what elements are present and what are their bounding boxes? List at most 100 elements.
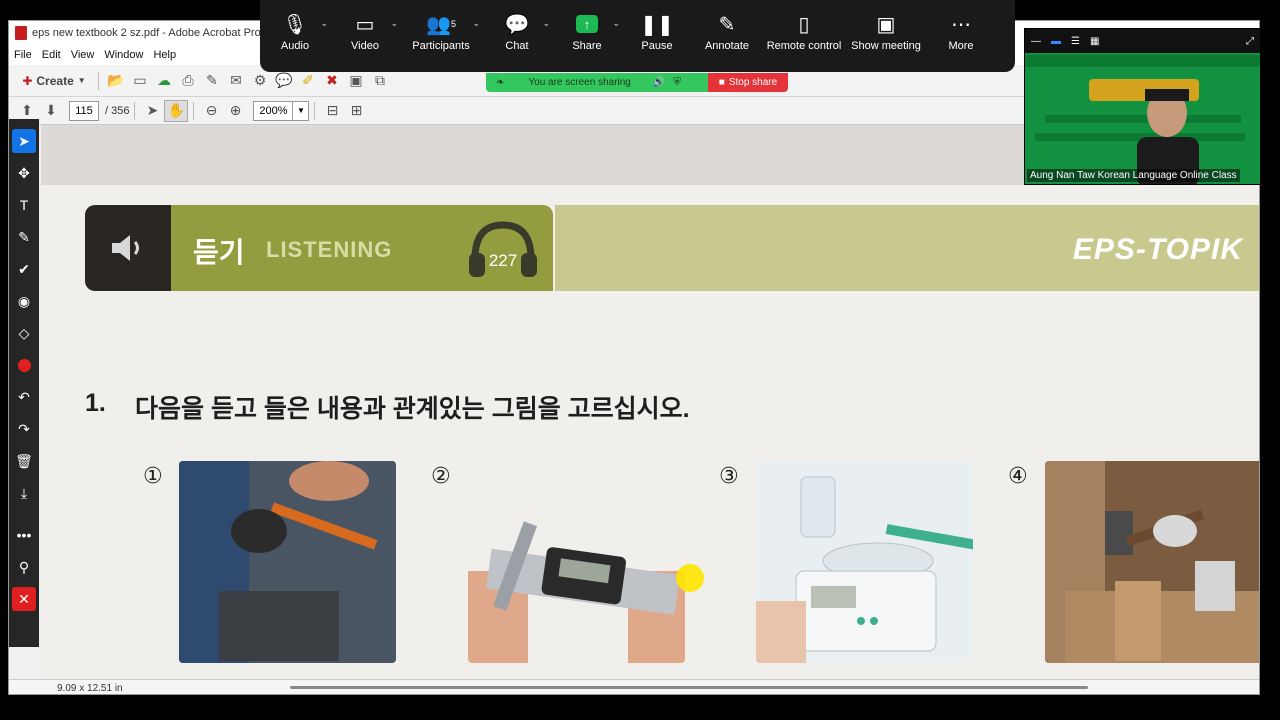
attach-icon[interactable]: ⧉ [368, 70, 392, 92]
select-tool-icon[interactable]: ➤ [140, 100, 164, 122]
video-toolbar: — ▬ ☰ ▦ ⤢ [1025, 29, 1260, 53]
hammer-image [1045, 461, 1259, 663]
pdf-icon [15, 26, 27, 40]
pen-tool-icon[interactable]: ✎ [12, 225, 36, 249]
hand-tool-icon[interactable]: ✋ [164, 99, 189, 122]
option-3-image[interactable] [756, 461, 973, 663]
zoom-in-icon[interactable]: ⊕ [223, 100, 247, 122]
stop-share-button[interactable]: ■ Stop share [708, 73, 788, 92]
view-icon[interactable]: ▬ [1051, 36, 1061, 47]
audio-level-icon: 🔊 [652, 77, 666, 88]
participants-button[interactable]: 👥 5 Participants ⌄ [400, 8, 482, 53]
spotlight-tool-icon[interactable]: ◉ [12, 289, 36, 313]
zoom-out-icon[interactable]: ⊖ [199, 100, 223, 122]
zoom-dropdown-icon[interactable]: ▼ [293, 100, 310, 121]
more-tools-icon[interactable]: ••• [12, 523, 36, 547]
settings-icon[interactable]: ⚙ [248, 70, 272, 92]
minimize-icon[interactable]: — [1031, 36, 1041, 47]
chevron-down-icon[interactable]: ⌄ [390, 18, 398, 29]
presenter-name: Aung Nan Taw Korean Language Online Clas… [1027, 169, 1240, 182]
annotate-label: Annotate [704, 40, 750, 52]
fit-width-icon[interactable]: ⊞ [344, 100, 368, 122]
audio-label: Audio [280, 40, 310, 52]
cloud-upload-icon[interactable]: ☁ [152, 70, 176, 92]
menu-view[interactable]: View [71, 49, 95, 61]
video-camera-icon: ▭ [355, 13, 375, 36]
stamp-icon[interactable]: ▣ [344, 70, 368, 92]
edit-icon[interactable]: ✎ [200, 70, 224, 92]
accessibility-icon[interactable]: ⚲ [12, 555, 36, 579]
menu-help[interactable]: Help [153, 49, 176, 61]
text-tool-icon[interactable]: T [12, 193, 36, 217]
divider [98, 71, 99, 90]
option-4-image[interactable] [1045, 461, 1259, 663]
open-folder-icon[interactable]: 📂 [104, 70, 128, 92]
mouse-cursor-highlight [676, 564, 704, 592]
pause-icon: ❚❚ [640, 13, 674, 36]
trash-icon[interactable]: 🗑 [12, 449, 36, 473]
fit-page-icon[interactable]: ⊟ [320, 100, 344, 122]
scale-image [756, 461, 973, 663]
close-annotation-icon[interactable]: ✕ [12, 587, 36, 611]
chevron-down-icon: ▼ [77, 76, 86, 85]
menu-edit[interactable]: Edit [42, 49, 61, 61]
share-label: Share [572, 40, 602, 52]
show-meeting-button[interactable]: ▣ Show meeting [846, 8, 926, 53]
annotate-button[interactable]: ✎ Annotate [692, 8, 762, 53]
chevron-down-icon[interactable]: ⌄ [472, 18, 480, 29]
next-page-icon[interactable]: ⬇ [39, 100, 63, 122]
grid-icon[interactable]: ▦ [1090, 36, 1099, 47]
listening-korean: 듣기 [193, 237, 245, 268]
delete-icon[interactable]: ✖ [320, 70, 344, 92]
highlight-icon[interactable]: ✐ [296, 70, 320, 92]
move-tool-icon[interactable]: ✥ [12, 161, 36, 185]
video-label: Video [351, 40, 379, 52]
menu-file[interactable]: File [14, 49, 32, 61]
microphone-icon: 🎙 [282, 13, 308, 36]
comment-icon[interactable]: 💬 [272, 70, 296, 92]
brand-panel: EPS-TOPIK [555, 205, 1259, 291]
listening-banner: 듣기 LISTENING 227 EPS-TOPIK [85, 205, 1259, 291]
chevron-down-icon[interactable]: ⌄ [612, 18, 620, 29]
undo-icon[interactable]: ↶ [12, 385, 36, 409]
headphone-icon [469, 221, 537, 277]
annotation-toolbar: ➤ ✥ T ✎ ✔ ◉ ◇ ↶ ↷ 🗑 ⤓ ••• ⚲ ✕ [9, 119, 39, 647]
expand-icon[interactable]: ⤢ [1246, 36, 1254, 47]
more-button[interactable]: ⋯ More [926, 8, 996, 53]
redo-icon[interactable]: ↷ [12, 417, 36, 441]
color-picker-icon[interactable] [12, 353, 36, 377]
question-number: 1. [85, 389, 106, 417]
menu-window[interactable]: Window [104, 49, 143, 61]
eps-topik-logo: EPS-TOPIK [1072, 233, 1243, 266]
email-icon[interactable]: ✉ [224, 70, 248, 92]
create-button[interactable]: ✚ Create ▼ [15, 70, 93, 92]
zoom-input[interactable]: 200% [253, 100, 294, 121]
print-icon[interactable]: ⎙ [176, 70, 200, 92]
layout-icon[interactable]: ☰ [1071, 36, 1080, 47]
question-text: 다음을 듣고 들은 내용과 관계있는 그림을 고르십시오. [135, 395, 690, 423]
save-icon[interactable]: ▭ [128, 70, 152, 92]
cursor-tool-icon[interactable]: ➤ [12, 129, 36, 153]
page-number-input[interactable]: 115 [69, 100, 99, 121]
window-title: eps new textbook 2 sz.pdf - Adobe Acroba… [32, 27, 261, 39]
chat-button[interactable]: 💬 Chat ⌄ [482, 8, 552, 53]
option-1-image[interactable] [179, 461, 396, 663]
video-thumbnail[interactable]: — ▬ ☰ ▦ ⤢ Aung Nan Taw Korean Language O… [1024, 28, 1261, 185]
eraser-tool-icon[interactable]: ◇ [12, 321, 36, 345]
speaker-panel [85, 205, 171, 291]
check-tool-icon[interactable]: ✔ [12, 257, 36, 281]
option-2-image[interactable] [468, 461, 685, 663]
horizontal-scrollbar[interactable] [290, 686, 1088, 689]
create-icon: ✚ [22, 73, 33, 88]
option-1-label: ① [143, 463, 163, 488]
download-icon[interactable]: ⤓ [12, 481, 36, 505]
chevron-down-icon[interactable]: ⌄ [542, 18, 550, 29]
show-meeting-icon: ▣ [876, 13, 896, 36]
chevron-down-icon[interactable]: ⌄ [320, 18, 328, 29]
option-3-label: ③ [719, 463, 739, 488]
remote-control-button[interactable]: ▯ Remote control [762, 8, 846, 53]
video-button[interactable]: ▭ Video ⌄ [330, 8, 400, 53]
pause-button[interactable]: ❚❚ Pause [622, 8, 692, 53]
audio-button[interactable]: 🎙 Audio ⌄ [260, 8, 330, 53]
share-button[interactable]: ↑ Share ⌄ [552, 8, 622, 52]
